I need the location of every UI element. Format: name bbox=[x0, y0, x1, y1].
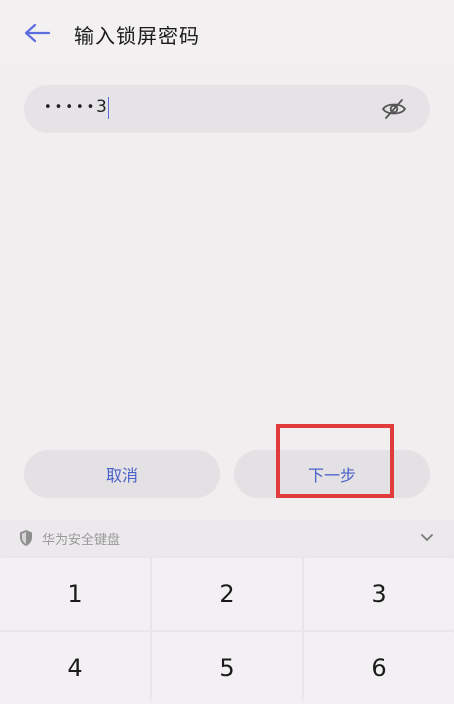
back-button[interactable] bbox=[22, 18, 52, 48]
chevron-down-icon[interactable] bbox=[418, 528, 436, 546]
text-caret bbox=[108, 97, 109, 119]
cancel-button[interactable]: 取消 bbox=[24, 450, 220, 498]
password-input[interactable]: ••••• 3 bbox=[24, 85, 430, 133]
keyboard-header: 华为安全键盘 bbox=[0, 520, 454, 556]
key-1[interactable]: 1 bbox=[0, 558, 150, 630]
key-6[interactable]: 6 bbox=[304, 632, 454, 704]
keyboard-label: 华为安全键盘 bbox=[42, 533, 121, 548]
key-3[interactable]: 3 bbox=[304, 558, 454, 630]
eye-off-icon[interactable] bbox=[380, 96, 408, 122]
typed-character: 3 bbox=[96, 97, 107, 117]
top-bar: 输入锁屏密码 bbox=[0, 0, 454, 64]
annotation-highlight-box bbox=[276, 424, 394, 498]
page-title: 输入锁屏密码 bbox=[74, 24, 200, 48]
masked-password-text: ••••• bbox=[44, 100, 98, 115]
back-arrow-icon bbox=[24, 23, 51, 43]
key-2[interactable]: 2 bbox=[152, 558, 302, 630]
key-5[interactable]: 5 bbox=[152, 632, 302, 704]
key-4[interactable]: 4 bbox=[0, 632, 150, 704]
numeric-keyboard: 1 2 3 4 5 6 bbox=[0, 556, 454, 704]
shield-icon bbox=[20, 530, 32, 546]
